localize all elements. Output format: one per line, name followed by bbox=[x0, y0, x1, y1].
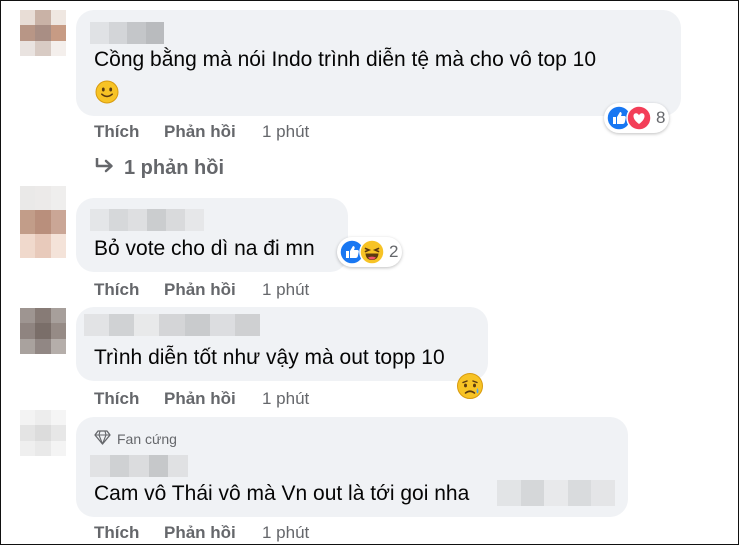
love-reaction-icon bbox=[626, 105, 652, 131]
avatar[interactable] bbox=[20, 186, 66, 258]
timestamp[interactable]: 1 phút bbox=[262, 389, 309, 409]
comment-text: Cam vô Thái vô mà Vn out là tới goi nha bbox=[94, 482, 470, 505]
replies-count-label: 1 phản hồi bbox=[124, 157, 224, 179]
reaction-count: 8 bbox=[656, 108, 666, 127]
top-fan-badge[interactable]: Fan cứng bbox=[94, 430, 177, 448]
reply-link[interactable]: Phản hồi bbox=[164, 523, 236, 543]
avatar[interactable] bbox=[20, 10, 66, 56]
like-link[interactable]: Thích bbox=[94, 389, 139, 409]
commenter-name-redacted[interactable] bbox=[90, 455, 188, 477]
sad-tear-face-icon bbox=[456, 372, 484, 405]
timestamp[interactable]: 1 phút bbox=[262, 122, 309, 142]
comment-text: Bỏ vote cho dì na đi mn bbox=[94, 237, 315, 260]
avatar[interactable] bbox=[20, 410, 66, 456]
commenter-name-redacted[interactable] bbox=[90, 209, 204, 231]
comment-text: Cồng bằng mà nói Indo trình diễn tệ mà c… bbox=[94, 48, 597, 71]
reaction-count: 2 bbox=[389, 242, 399, 261]
redacted-text-block bbox=[497, 480, 615, 506]
like-link[interactable]: Thích bbox=[94, 280, 139, 300]
like-link[interactable]: Thích bbox=[94, 122, 139, 142]
reply-link[interactable]: Phản hồi bbox=[164, 389, 236, 409]
reaction-summary[interactable]: 8 bbox=[604, 103, 670, 133]
reply-link[interactable]: Phản hồi bbox=[164, 280, 236, 300]
reply-arrow-icon bbox=[94, 156, 116, 180]
comment-text: Trình diễn tốt như vậy mà out topp 10 bbox=[94, 346, 445, 369]
slightly-smiling-face-icon bbox=[95, 80, 119, 109]
diamond-icon bbox=[94, 430, 111, 448]
commenter-name-redacted[interactable] bbox=[90, 22, 164, 44]
like-link[interactable]: Thích bbox=[94, 523, 139, 543]
badge-label: Fan cứng bbox=[117, 431, 177, 447]
reaction-summary[interactable]: 2 bbox=[337, 237, 403, 267]
timestamp[interactable]: 1 phút bbox=[262, 523, 309, 543]
timestamp[interactable]: 1 phút bbox=[262, 280, 309, 300]
avatar[interactable] bbox=[20, 308, 66, 354]
haha-reaction-icon bbox=[359, 239, 385, 265]
reply-link[interactable]: Phản hồi bbox=[164, 122, 236, 142]
view-replies-link[interactable]: 1 phản hồi bbox=[94, 156, 224, 180]
commenter-name-redacted[interactable] bbox=[84, 314, 260, 336]
